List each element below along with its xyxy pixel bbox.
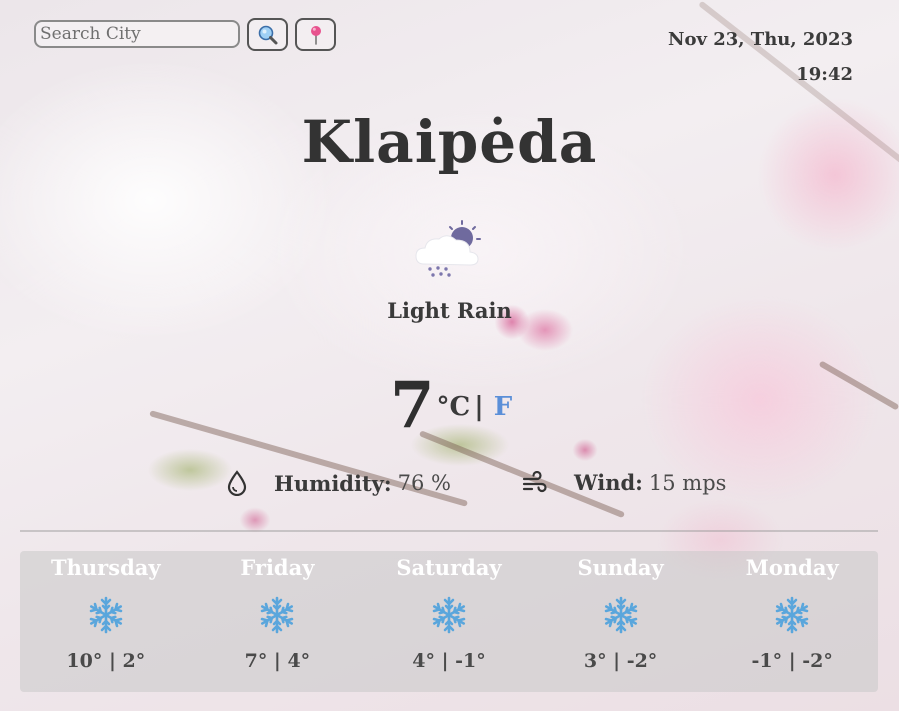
city-name: Klaipėda (301, 108, 598, 176)
forecast-day: Thursday 10° | 2° (20, 551, 192, 692)
water-drop-icon (227, 470, 247, 496)
forecast-day-temps: 7° | 4° (244, 650, 311, 672)
background-branch (818, 360, 899, 411)
forecast-day-name: Sunday (577, 555, 664, 580)
forecast-day-name: Saturday (396, 555, 502, 580)
snowflake-icon (430, 596, 468, 634)
forecast-day: Monday -1° | -2° (706, 551, 878, 692)
forecast-day-name: Friday (240, 555, 315, 580)
unit-celsius[interactable]: °C (437, 392, 471, 422)
cloud-rain-moon-icon (415, 220, 481, 277)
snowflake-icon (773, 596, 811, 634)
unit-separator: | (474, 392, 484, 422)
wind-stat: Wind: 15 mps (522, 470, 726, 495)
humidity-value: 76 % (397, 471, 451, 495)
wind-icon (522, 470, 547, 492)
wind-label: Wind: (574, 470, 643, 495)
forecast-day-temps: 10° | 2° (66, 650, 146, 672)
forecast-day: Saturday 4° | -1° (363, 551, 535, 692)
search-button[interactable] (247, 18, 288, 51)
magnifier-icon (258, 25, 277, 44)
wind-value: 15 mps (648, 470, 727, 495)
search-input[interactable] (34, 20, 240, 48)
divider (20, 530, 878, 532)
humidity-label: Humidity: (274, 470, 392, 496)
snowflake-icon (602, 596, 640, 634)
forecast-day-temps: 4° | -1° (412, 650, 486, 672)
forecast-day-temps: -1° | -2° (751, 650, 833, 672)
temperature-value: 7 (390, 368, 435, 443)
forecast-panel: Thursday 10° | 2° Friday 7° | 4° Saturda… (20, 551, 878, 692)
forecast-day-temps: 3° | -2° (583, 650, 658, 672)
forecast-day-name: Monday (745, 555, 839, 580)
unit-fahrenheit[interactable]: F (494, 392, 512, 422)
current-time: 19:42 (796, 64, 853, 85)
snowflake-icon (87, 596, 125, 634)
weather-condition: Light Rain (387, 298, 512, 323)
snowflake-icon (258, 596, 296, 634)
datetime: Nov 23, Thu, 2023 19:42 (668, 22, 853, 92)
forecast-day-name: Thursday (51, 555, 161, 580)
current-date: Nov 23, Thu, 2023 (668, 29, 853, 50)
humidity-stat: Humidity: 76 % (226, 470, 451, 496)
current-temperature: 7 °C | F (390, 368, 512, 444)
map-pin-icon (310, 25, 321, 45)
forecast-day: Friday 7° | 4° (192, 551, 364, 692)
location-button[interactable] (295, 18, 336, 51)
forecast-day: Sunday 3° | -2° (535, 551, 707, 692)
search-bar (34, 18, 336, 51)
